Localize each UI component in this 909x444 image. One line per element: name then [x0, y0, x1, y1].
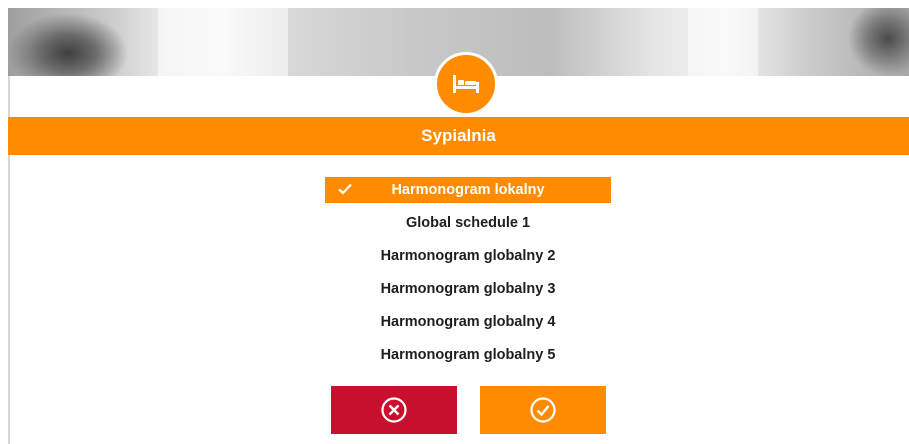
check-circle-icon — [530, 397, 556, 423]
schedule-option-local[interactable]: Harmonogram lokalny — [325, 177, 611, 203]
schedule-option-global-3[interactable]: Harmonogram globalny 3 — [325, 276, 611, 302]
schedule-dialog: Sypialnia Harmonogram lokalny Global sch… — [8, 8, 909, 444]
schedule-list: Harmonogram lokalny Global schedule 1 Ha… — [325, 177, 611, 375]
confirm-button[interactable] — [480, 386, 606, 434]
photo-highlight — [158, 8, 288, 76]
photo-highlight — [688, 8, 758, 76]
schedule-option-global-1[interactable]: Global schedule 1 — [325, 210, 611, 236]
close-circle-icon — [381, 397, 407, 423]
schedule-option-label: Harmonogram globalny 4 — [380, 314, 556, 330]
cancel-button[interactable] — [331, 386, 457, 434]
bed-icon — [453, 75, 479, 93]
dialog-title: Sypialnia — [8, 117, 909, 155]
schedule-option-label: Harmonogram globalny 5 — [380, 347, 556, 363]
schedule-option-label: Harmonogram lokalny — [391, 182, 545, 198]
schedule-option-label: Global schedule 1 — [405, 215, 531, 231]
schedule-option-label: Harmonogram globalny 2 — [380, 248, 556, 264]
checkmark-icon — [338, 183, 352, 195]
schedule-option-global-2[interactable]: Harmonogram globalny 2 — [325, 243, 611, 269]
schedule-option-global-4[interactable]: Harmonogram globalny 4 — [325, 309, 611, 335]
room-icon-badge — [434, 52, 498, 116]
schedule-option-global-5[interactable]: Harmonogram globalny 5 — [325, 342, 611, 368]
schedule-option-label: Harmonogram globalny 3 — [380, 281, 556, 297]
